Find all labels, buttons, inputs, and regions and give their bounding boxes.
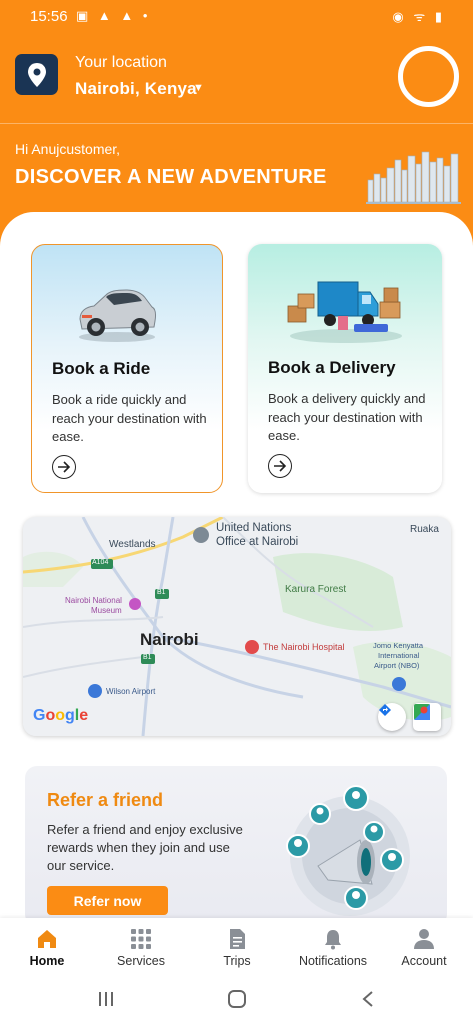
car-illustration	[79, 289, 157, 342]
map-label-ruaka: Ruaka	[410, 524, 439, 535]
map-label-nairobi: Nairobi	[140, 630, 199, 649]
location-selector[interactable]: Nairobi, Kenya	[75, 79, 197, 99]
refer-description: Refer a friend and enjoy exclusive rewar…	[47, 822, 243, 873]
system-navigation-bar	[0, 978, 473, 1024]
map-label-museum-1: Nairobi National	[65, 596, 122, 605]
refer-title: Refer a friend	[47, 790, 164, 810]
delivery-truck-illustration	[287, 281, 402, 343]
arrow-right-icon[interactable]	[268, 454, 292, 478]
person-icon	[414, 929, 434, 949]
status-time: 15:56	[30, 8, 68, 25]
arrow-right-icon[interactable]	[52, 455, 76, 479]
google-maps-icon[interactable]	[413, 703, 441, 731]
nav-notifications[interactable]: Notifications	[283, 918, 383, 978]
map-label-airport-1: Jomo Kenyatta	[373, 641, 424, 650]
book-ride-description: Book a ride quickly and reach your desti…	[52, 392, 207, 444]
nav-trips-label: Trips	[223, 954, 251, 968]
map-road-a104: A104	[92, 559, 109, 566]
map-view[interactable]: Westlands United Nations Office at Nairo…	[23, 517, 451, 736]
bell-icon	[325, 930, 341, 950]
map-label-airport-3: Airport (NBO)	[374, 661, 420, 670]
book-delivery-title: Book a Delivery	[268, 358, 396, 377]
book-delivery-card[interactable]: Book a Delivery Book a delivery quickly …	[248, 244, 442, 493]
back-icon[interactable]	[353, 988, 383, 1010]
notification-icons: ▣ ▲ ▲ •	[76, 8, 151, 23]
map-road-b1: B1	[143, 654, 152, 661]
megaphone-illustration	[286, 785, 410, 916]
refer-now-button[interactable]: Refer now	[47, 886, 168, 915]
system-status-icons: ◉ ᯤ ▮	[392, 9, 445, 24]
nav-home[interactable]: Home	[0, 918, 94, 978]
google-logo: Google	[33, 707, 89, 724]
refer-card: Refer a friend Refer a friend and enjoy …	[25, 766, 447, 926]
map-road-b1: B1	[157, 589, 166, 596]
avatar[interactable]	[398, 46, 459, 107]
chevron-down-icon[interactable]: ▼	[193, 82, 204, 94]
grid-icon	[131, 929, 151, 949]
map-label-hospital: The Nairobi Hospital	[263, 642, 345, 652]
home-button-icon[interactable]	[222, 988, 252, 1010]
nav-home-label: Home	[29, 954, 65, 968]
location-label: Your location	[75, 54, 167, 71]
header-divider	[0, 123, 473, 124]
home-icon	[38, 930, 56, 948]
nav-trips[interactable]: Trips	[190, 918, 284, 978]
status-bar: 15:56 ▣ ▲ ▲ • ◉ ᯤ ▮	[0, 0, 473, 34]
map-label-museum-2: Museum	[91, 606, 122, 615]
map-label-un-office-2: Office at Nairobi	[216, 536, 299, 548]
nav-services-label: Services	[117, 954, 165, 968]
nav-services[interactable]: Services	[94, 918, 188, 978]
nav-notifications-label: Notifications	[298, 954, 368, 968]
document-icon	[230, 929, 245, 949]
city-skyline-illustration	[366, 151, 461, 204]
nav-account-label: Account	[401, 954, 447, 968]
directions-icon[interactable]	[378, 703, 406, 731]
recent-apps-icon[interactable]	[91, 988, 121, 1010]
greeting-text: Hi Anujcustomer,	[15, 141, 121, 157]
map-label-karura: Karura Forest	[285, 584, 347, 595]
map-label-westlands: Westlands	[109, 539, 156, 550]
book-ride-title: Book a Ride	[52, 359, 151, 378]
map-label-un-office-1: United Nations	[216, 522, 292, 534]
nav-account[interactable]: Account	[377, 918, 471, 978]
map-label-wilson: Wilson Airport	[106, 687, 156, 696]
bottom-navigation: Home Services Trips Notifications Accoun…	[0, 918, 473, 978]
location-pin-icon[interactable]	[15, 54, 58, 95]
map-label-airport-2: International	[378, 651, 420, 660]
book-delivery-description: Book a delivery quickly and reach your d…	[268, 391, 426, 443]
book-ride-card[interactable]: Book a Ride Book a ride quickly and reac…	[31, 244, 223, 493]
page-title: DISCOVER A NEW ADVENTURE	[15, 166, 327, 188]
